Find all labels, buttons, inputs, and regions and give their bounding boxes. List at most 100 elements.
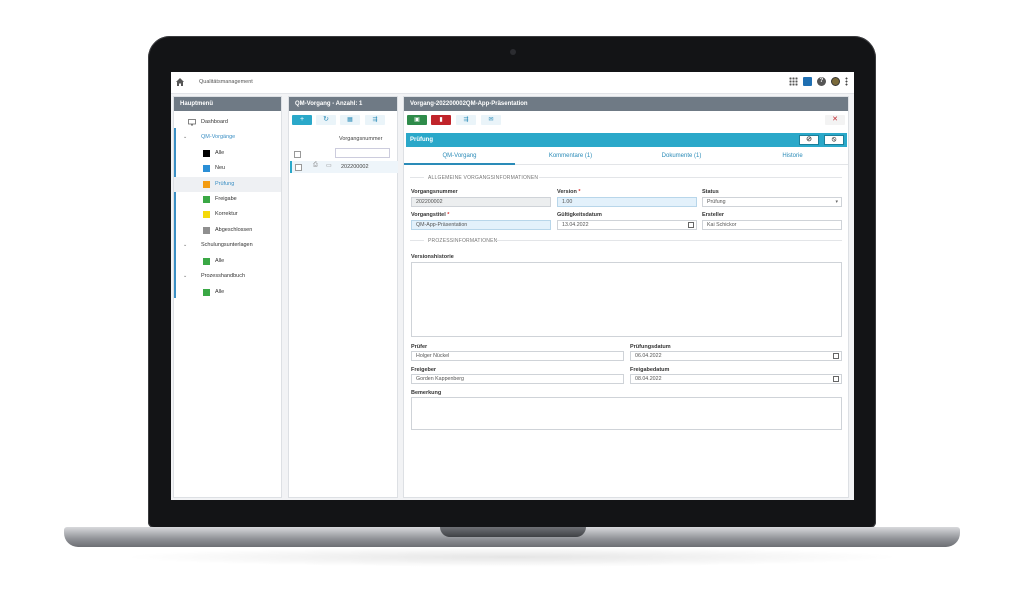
versionshistorie-textarea[interactable] (411, 262, 842, 337)
apps-grid-icon[interactable] (789, 77, 798, 86)
divider (496, 240, 842, 241)
camera (510, 49, 516, 55)
sidebar-item-label: Neu (215, 165, 226, 171)
required-marker: * (447, 212, 450, 218)
export-icon[interactable]: ⇶ (456, 115, 476, 125)
toolbar-icons: ? (789, 77, 848, 86)
sidebar-item-label: Abgeschlossen (215, 227, 253, 233)
sidebar-item-pruefung[interactable]: Prüfung (174, 177, 281, 192)
chevron-down-icon: ⌄ (183, 242, 188, 248)
refresh-icon[interactable]: ↻ (316, 115, 336, 125)
divider (539, 177, 842, 178)
sidebar-item-korrektur[interactable]: Korrektur (174, 207, 281, 222)
calendar-icon[interactable] (833, 376, 839, 382)
more-icon[interactable] (845, 77, 848, 86)
detail-panel: Vorgang-202200002QM-App-Präsentation ▣ ▮… (403, 96, 849, 498)
sidebar-item-abgeschlossen[interactable]: Abgeschlossen (174, 223, 281, 238)
avatar[interactable] (831, 77, 840, 86)
close-button[interactable]: ✕ (825, 115, 845, 125)
divider (410, 177, 424, 178)
vorgangsnummer-label: Vorgangsnummer (411, 189, 458, 195)
tab-qm-vorgang[interactable]: QM-Vorgang (404, 150, 515, 165)
freigeber-field[interactable]: Gorden Kappenberg (411, 374, 624, 384)
pruefungsdatum-label: Prüfungsdatum (630, 344, 671, 350)
tab-kommentare[interactable]: Kommentare (1) (515, 150, 626, 163)
pruefer-field[interactable]: Holger Nückel (411, 351, 624, 361)
sidebar-item-label: Dashboard (201, 119, 228, 125)
top-bar: Qualitätsmanagement ? (171, 72, 854, 94)
freigabedatum-field[interactable]: 08.04.2022 (630, 374, 842, 384)
export-icon[interactable]: ⇶ (365, 115, 385, 125)
pruefungsdatum-value: 06.04.2022 (635, 353, 662, 359)
column-header-vorgangsnummer[interactable]: Vorgangsnummer (339, 136, 382, 142)
freigabedatum-label: Freigabedatum (630, 367, 670, 373)
vorgangstitel-field[interactable]: QM-App-Präsentation (411, 220, 551, 230)
status-color-square (203, 258, 210, 265)
bemerkung-textarea[interactable] (411, 397, 842, 430)
version-label-text: Version (557, 189, 577, 195)
laptop-shadow (120, 547, 904, 567)
sidebar-item-alle[interactable]: Alle (174, 146, 281, 161)
reject-button[interactable]: ⦸ (824, 135, 844, 145)
sidebar-item-schulungsunterlagen[interactable]: ⌄ Schulungsunterlagen (174, 238, 281, 253)
sidebar-item-label: Alle (215, 289, 225, 295)
sidebar-item-qm-vorgaenge[interactable]: ⌄ QM-Vorgänge (174, 130, 281, 145)
calendar-icon[interactable] (833, 353, 839, 359)
freigeber-label: Freigeber (411, 367, 437, 373)
breadcrumb[interactable]: Qualitätsmanagement (199, 79, 253, 85)
vorgangsnummer-field[interactable]: 202200002 (411, 197, 551, 207)
save-button[interactable]: ▣ (407, 115, 427, 125)
delete-button[interactable]: ▮ (431, 115, 451, 125)
table-row[interactable]: ⎙ ▭ 202200002 (290, 161, 398, 173)
status-color-square (203, 211, 210, 218)
select-all-checkbox[interactable] (294, 151, 301, 158)
pruefer-label: Prüfer (411, 344, 428, 350)
help-icon[interactable]: ? (817, 77, 826, 86)
sidebar-item-label: QM-Vorgänge (201, 134, 236, 140)
status-color-square (203, 150, 210, 157)
approve-button[interactable]: ⊘ (799, 135, 819, 145)
sidebar-item-freigabe[interactable]: Freigabe (174, 192, 281, 207)
gueltigkeitsdatum-value: 13.04.2022 (562, 222, 589, 228)
status-color-square (203, 196, 210, 203)
calendar-icon[interactable] (688, 222, 694, 228)
tab-dokumente[interactable]: Dokumente (1) (626, 150, 737, 163)
status-color-square (203, 289, 210, 296)
sidebar-item-prozesshandbuch[interactable]: ⌄ Prozesshandbuch (174, 269, 281, 284)
sidebar-item-label: Prozesshandbuch (201, 273, 246, 279)
sidebar-item-label: Alle (215, 150, 225, 156)
monitor-icon (188, 119, 196, 126)
freigabedatum-value: 08.04.2022 (635, 376, 662, 382)
status-color-square (203, 181, 210, 188)
sidebar-item-prozess-alle[interactable]: Alle (174, 285, 281, 300)
sidebar-item-label: Korrektur (215, 211, 238, 217)
main-menu-title: Hauptmenü (174, 97, 281, 111)
tab-historie[interactable]: Historie (737, 150, 848, 163)
ersteller-label: Ersteller (702, 212, 725, 218)
app-screen: Qualitätsmanagement ? Hauptmenü Dashboar… (171, 72, 854, 500)
add-button[interactable]: + (292, 115, 312, 125)
sidebar-item-dashboard[interactable]: Dashboard (174, 115, 281, 130)
ersteller-field[interactable]: Kai Schickor (702, 220, 842, 230)
version-field[interactable]: 1.00 (557, 197, 697, 207)
laptop-notch (440, 527, 586, 537)
titel-label-text: Vorgangstitel (411, 212, 446, 218)
status-select[interactable]: Prüfung ▾ (702, 197, 842, 207)
sidebar-item-neu[interactable]: Neu (174, 161, 281, 176)
required-marker: * (578, 189, 581, 195)
gueltigkeitsdatum-field[interactable]: 13.04.2022 (557, 220, 697, 230)
sidebar-item-label: Freigabe (215, 196, 237, 202)
status-color-square (203, 165, 210, 172)
sidebar-item-schulung-alle[interactable]: Alle (174, 254, 281, 269)
table-icon[interactable]: ▦ (340, 115, 360, 125)
mail-icon[interactable]: ✉ (481, 115, 501, 125)
home-icon[interactable] (175, 77, 185, 87)
row-checkbox[interactable] (295, 164, 302, 171)
sidebar-item-label: Alle (215, 258, 225, 264)
filter-input[interactable] (335, 148, 390, 158)
versionshistorie-label: Versionshistorie (411, 254, 454, 260)
gueltigkeitsdatum-label: Gültigkeitsdatum (557, 212, 602, 218)
gift-icon[interactable] (803, 77, 812, 86)
chevron-down-icon: ⌄ (183, 134, 188, 140)
pruefungsdatum-field[interactable]: 06.04.2022 (630, 351, 842, 361)
